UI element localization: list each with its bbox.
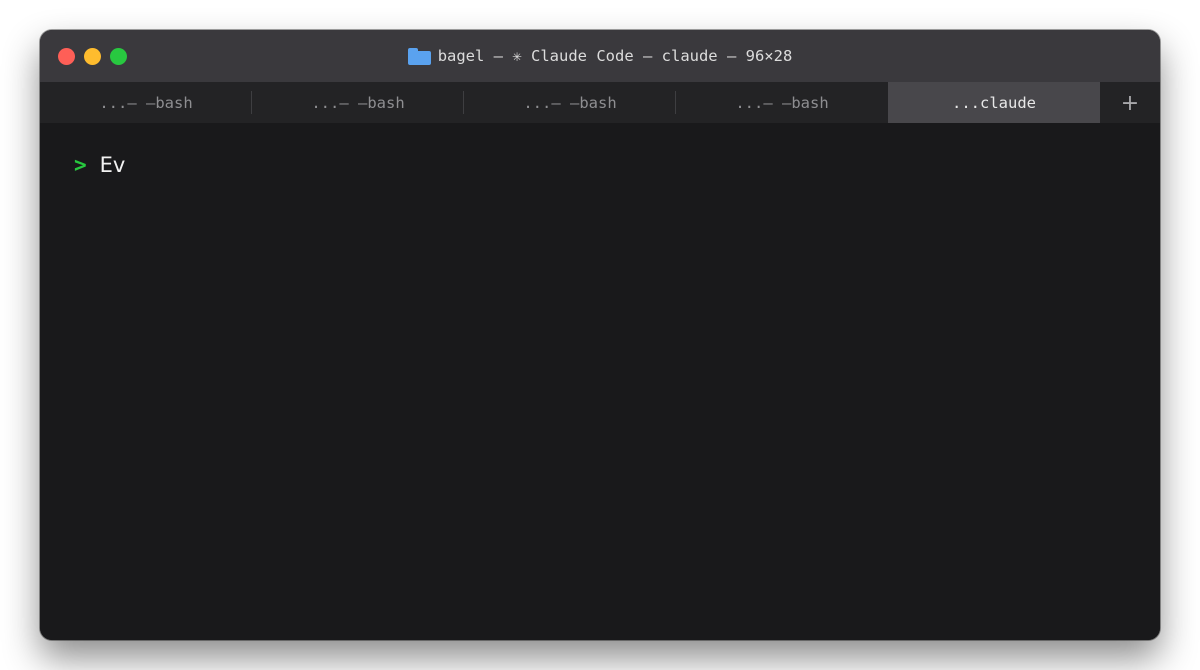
- prompt-symbol: >: [74, 153, 87, 177]
- tab-bash-3[interactable]: ...— —bash: [464, 82, 676, 123]
- title-bar[interactable]: bagel — ✳ Claude Code — claude — 96×28: [40, 30, 1160, 82]
- tab-bash-2[interactable]: ...— —bash: [252, 82, 464, 123]
- tab-label: ...— —bash: [523, 93, 617, 112]
- plus-icon: +: [1120, 90, 1140, 116]
- window-title-container: bagel — ✳ Claude Code — claude — 96×28: [40, 30, 1160, 82]
- folder-icon: [407, 48, 431, 65]
- zoom-button[interactable]: [110, 48, 127, 65]
- tab-bash-4[interactable]: ...— —bash: [676, 82, 888, 123]
- tab-bar: ...— —bash ...— —bash ...— —bash ...— —b…: [40, 82, 1160, 123]
- new-tab-button[interactable]: +: [1100, 82, 1160, 123]
- window-title: bagel — ✳ Claude Code — claude — 96×28: [437, 47, 793, 65]
- close-button[interactable]: [58, 48, 75, 65]
- tab-label: ...— —bash: [735, 93, 829, 112]
- tab-label: ...— —bash: [99, 93, 193, 112]
- tab-label: ...— —bash: [311, 93, 405, 112]
- tab-claude[interactable]: ...claude: [888, 82, 1100, 123]
- terminal-input[interactable]: Ev: [100, 153, 126, 177]
- tab-bash-1[interactable]: ...— —bash: [40, 82, 252, 123]
- prompt-line: > Ev: [74, 153, 125, 177]
- tab-label: ...claude: [952, 93, 1036, 112]
- terminal-window: bagel — ✳ Claude Code — claude — 96×28 .…: [40, 30, 1160, 640]
- minimize-button[interactable]: [84, 48, 101, 65]
- terminal-content[interactable]: > Ev: [40, 123, 1160, 640]
